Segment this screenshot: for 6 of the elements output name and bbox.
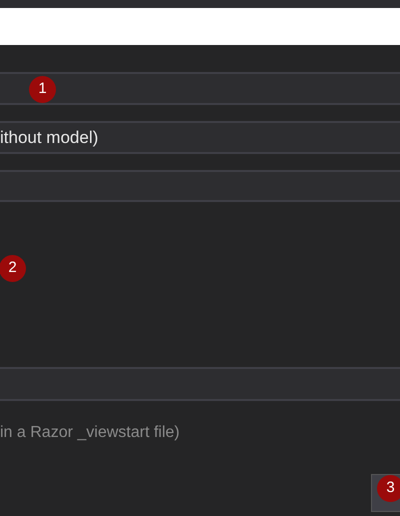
dropdown-field[interactable] [0,170,400,202]
callout-badge: 2 [0,255,26,282]
input-field[interactable] [0,72,400,105]
dropdown-field[interactable]: ithout model) [0,121,400,154]
hint-text: in a Razor _viewstart file) [0,423,180,443]
input-field[interactable] [0,367,400,401]
